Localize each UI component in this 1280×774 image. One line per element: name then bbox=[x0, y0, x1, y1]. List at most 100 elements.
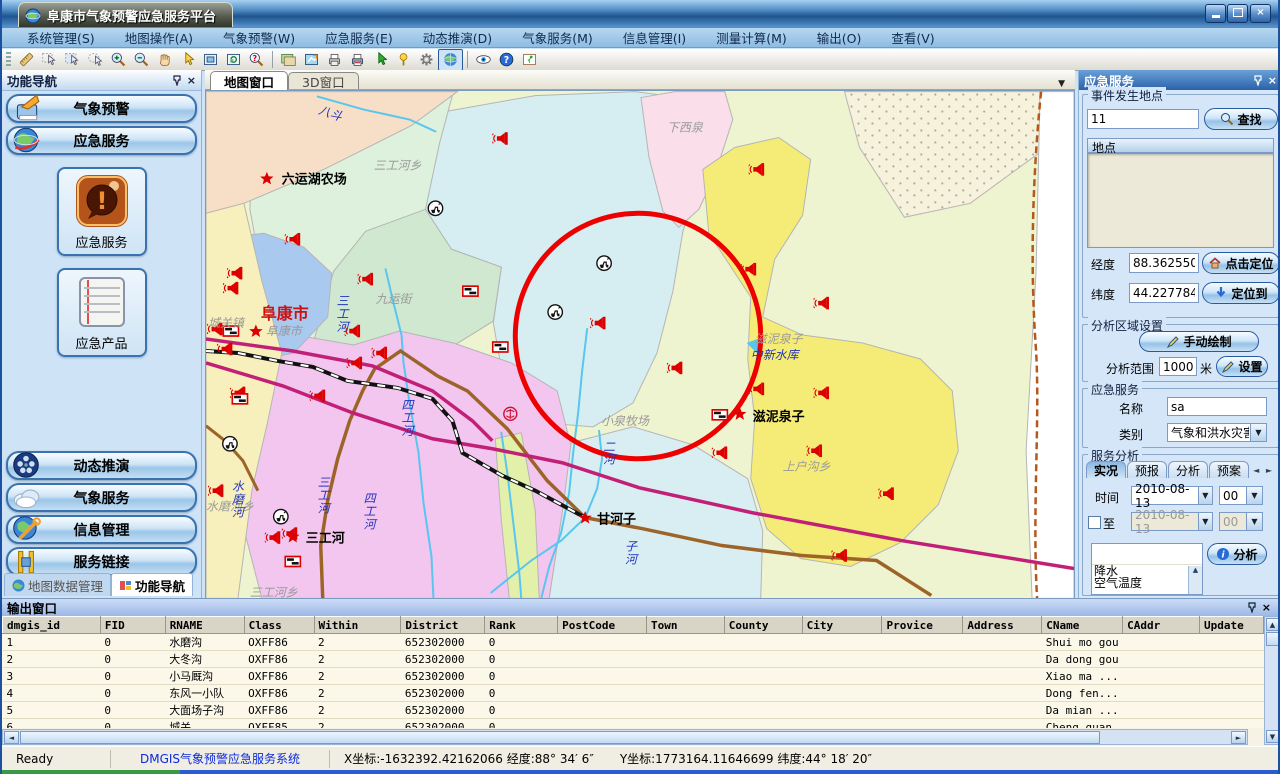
settings-icon[interactable] bbox=[415, 50, 438, 70]
full-extent-icon[interactable] bbox=[199, 50, 222, 70]
column-header[interactable]: Town bbox=[646, 617, 724, 634]
sidebar-item-动态推演[interactable]: 动态推演 bbox=[6, 451, 197, 480]
eye-icon[interactable] bbox=[472, 50, 495, 70]
menu-item[interactable]: 查看(V) bbox=[876, 28, 949, 47]
location-search-input[interactable] bbox=[1087, 109, 1199, 129]
flag-marker-icon[interactable] bbox=[285, 557, 300, 567]
select-box-icon[interactable] bbox=[61, 50, 84, 70]
print-color-icon[interactable] bbox=[346, 50, 369, 70]
pan-icon[interactable] bbox=[153, 50, 176, 70]
farm-marker-icon[interactable] bbox=[428, 201, 442, 215]
minimize-button[interactable] bbox=[1205, 4, 1226, 23]
pin-icon[interactable] bbox=[172, 75, 182, 86]
tab-3d-window[interactable]: 3D窗口 bbox=[288, 72, 359, 89]
map-canvas[interactable]: 六运湖农场三工河乡下西泉阜康市阜康市城关镇九运街滋泥泉子中新水库滋泥泉子小泉牧场… bbox=[205, 90, 1075, 600]
toolbar-grip[interactable] bbox=[6, 52, 11, 67]
manual-draw-button[interactable]: 手动绘制 bbox=[1139, 331, 1259, 352]
table-row[interactable]: 20大冬沟OXFF8626523020000Da dong gou bbox=[3, 651, 1264, 668]
close-panel-icon[interactable]: × bbox=[1262, 602, 1271, 613]
latitude-input[interactable] bbox=[1129, 283, 1199, 303]
export-map-icon[interactable] bbox=[300, 50, 323, 70]
analysis-tab-实况[interactable]: 实况 bbox=[1086, 461, 1126, 478]
click-locate-button[interactable]: 点击定位 bbox=[1202, 252, 1280, 274]
column-header[interactable]: Update bbox=[1199, 617, 1263, 634]
date-to-select[interactable]: 2010-08-13▼ bbox=[1131, 512, 1213, 531]
sidebar-item-服务链接[interactable]: 服务链接 bbox=[6, 547, 197, 576]
column-header[interactable]: Within bbox=[314, 617, 401, 634]
identify-icon[interactable]: ? bbox=[245, 50, 268, 70]
restore-button[interactable] bbox=[1227, 4, 1248, 23]
pin-icon[interactable] bbox=[1253, 75, 1263, 86]
snapshot-icon[interactable] bbox=[518, 50, 541, 70]
flag-marker-icon[interactable] bbox=[463, 286, 478, 296]
column-header[interactable]: Class bbox=[244, 617, 314, 634]
measure-icon[interactable] bbox=[15, 50, 38, 70]
help-icon[interactable]: ? bbox=[495, 50, 518, 70]
flag-marker-icon[interactable] bbox=[232, 394, 247, 404]
scroll-left-icon[interactable]: ◄ bbox=[4, 731, 19, 744]
column-header[interactable]: CName bbox=[1042, 617, 1123, 634]
hour-to-select[interactable]: 00▼ bbox=[1219, 512, 1263, 531]
v-scroll-thumb[interactable] bbox=[1266, 632, 1279, 646]
search-button[interactable]: 查找 bbox=[1204, 108, 1278, 130]
analysis-tab-预案[interactable]: 预案 bbox=[1209, 461, 1249, 478]
menu-item[interactable]: 地图操作(A) bbox=[110, 28, 208, 47]
menu-item[interactable]: 应急服务(E) bbox=[310, 28, 408, 47]
table-row[interactable]: 30小马厩沟OXFF8626523020000Xiao ma ... bbox=[3, 668, 1264, 685]
flag-marker-icon[interactable] bbox=[712, 410, 727, 420]
to-checkbox[interactable] bbox=[1088, 516, 1101, 529]
goto-button[interactable]: 定位到 bbox=[1202, 282, 1280, 304]
service-name-input[interactable] bbox=[1167, 397, 1267, 416]
menu-item[interactable]: 信息管理(I) bbox=[608, 28, 701, 47]
factor-item[interactable]: 空气温度 bbox=[1092, 577, 1202, 589]
tab-功能导航[interactable]: 功能导航 bbox=[111, 573, 193, 596]
shortcut-应急服务[interactable]: !应急服务 bbox=[57, 167, 147, 256]
table-row[interactable]: 60城关OXFF8526523020000Cheng guan bbox=[3, 719, 1264, 729]
farm-marker-icon[interactable] bbox=[274, 509, 288, 523]
analysis-tab-分析[interactable]: 分析 bbox=[1168, 461, 1208, 478]
hour-select[interactable]: 00▼ bbox=[1219, 486, 1263, 505]
range-input[interactable] bbox=[1159, 357, 1197, 376]
table-row[interactable]: 40东风一小队OXFF8626523020000Dong fen... bbox=[3, 685, 1264, 702]
farm-marker-icon[interactable] bbox=[223, 437, 237, 451]
column-header[interactable]: County bbox=[724, 617, 802, 634]
close-button[interactable]: × bbox=[1250, 4, 1271, 23]
farm-marker-icon[interactable] bbox=[597, 256, 611, 270]
menu-item[interactable]: 气象预警(W) bbox=[208, 28, 310, 47]
refresh-icon[interactable] bbox=[222, 50, 245, 70]
date-select[interactable]: 2010-08-13▼ bbox=[1131, 486, 1213, 505]
sidebar-item-气象服务[interactable]: 气象服务 bbox=[6, 483, 197, 512]
longitude-input[interactable] bbox=[1129, 253, 1199, 273]
place-list[interactable] bbox=[1087, 153, 1274, 248]
menu-item[interactable]: 测量计算(M) bbox=[701, 28, 802, 47]
flag-marker-icon[interactable] bbox=[493, 342, 508, 352]
tab-地图数据管理[interactable]: 地图数据管理 bbox=[4, 573, 111, 596]
globe-icon[interactable] bbox=[438, 49, 463, 71]
table-row[interactable]: 10水磨沟OXFF8626523020000Shui mo gou bbox=[3, 634, 1264, 651]
column-header[interactable]: RNAME bbox=[165, 617, 244, 634]
zoom-in-icon[interactable] bbox=[107, 50, 130, 70]
zoom-out-icon[interactable] bbox=[130, 50, 153, 70]
column-header[interactable]: dmgis_id bbox=[3, 617, 101, 634]
farm-marker-icon[interactable] bbox=[548, 305, 562, 319]
tab-map-window[interactable]: 地图窗口 bbox=[210, 71, 288, 90]
h-scrollbar[interactable]: ◄ ► bbox=[2, 729, 1248, 745]
h-scroll-thumb[interactable] bbox=[20, 731, 1100, 744]
menu-item[interactable]: 气象服务(M) bbox=[507, 28, 608, 47]
scroll-down-icon[interactable]: ▼ bbox=[1266, 730, 1279, 743]
scroll-right-icon[interactable]: ► bbox=[1231, 731, 1246, 744]
place-list-header[interactable]: 地点 bbox=[1087, 138, 1274, 153]
analysis-tab-预报[interactable]: 预报 bbox=[1127, 461, 1167, 478]
close-panel-icon[interactable]: × bbox=[187, 75, 196, 86]
column-header[interactable]: Address bbox=[963, 617, 1042, 634]
print-icon[interactable] bbox=[323, 50, 346, 70]
menu-item[interactable]: 输出(O) bbox=[802, 28, 877, 47]
service-type-select[interactable]: 气象和洪水灾害 ▼ bbox=[1167, 423, 1267, 442]
sidebar-item-信息管理[interactable]: 信息管理 bbox=[6, 515, 197, 544]
menu-item[interactable]: 动态推演(D) bbox=[408, 28, 507, 47]
column-header[interactable]: City bbox=[802, 617, 882, 634]
analyze-button[interactable]: i 分析 bbox=[1207, 543, 1267, 565]
select-lasso-icon[interactable] bbox=[84, 50, 107, 70]
pointer-icon[interactable] bbox=[176, 50, 199, 70]
sidebar-item-气象预警[interactable]: 气象预警 bbox=[6, 94, 197, 123]
